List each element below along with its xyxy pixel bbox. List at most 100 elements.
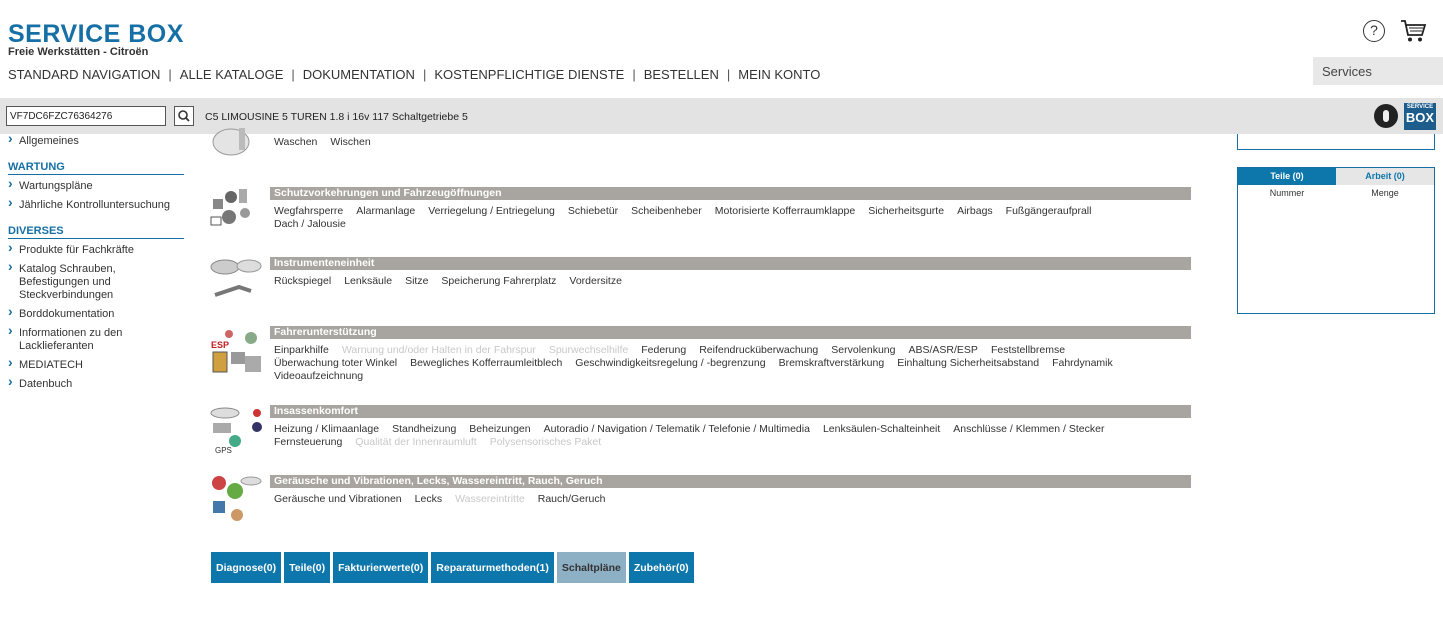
link-vordersitze[interactable]: Vordersitze [569, 275, 622, 288]
cart-column-menge: Menge [1371, 188, 1399, 198]
category-links: Einparkhilfe Warnung und/oder Halten in d… [274, 344, 1184, 383]
tab-diagnose[interactable]: Diagnose(0) [211, 552, 282, 583]
link-wischen[interactable]: Wischen [330, 136, 370, 149]
link-sicherheitsabstand[interactable]: Einhaltung Sicherheitsabstand [897, 357, 1039, 370]
link-verriegelung[interactable]: Verriegelung / Entriegelung [428, 205, 555, 218]
link-beheizungen[interactable]: Beheizungen [469, 423, 530, 436]
link-geschwindigkeitsregelung[interactable]: Geschwindigkeitsregelung / -begrenzung [575, 357, 765, 370]
svg-text:ESP: ESP [211, 340, 229, 350]
sidebar-item-schrauben[interactable]: Katalog Schrauben, Befestigungen und Ste… [8, 260, 138, 307]
sidebar-item-allgemeines[interactable]: Allgemeines [8, 132, 184, 153]
services-button[interactable]: Services [1313, 57, 1443, 85]
header: SERVICE BOX Freie Werkstätten - Citroën … [0, 0, 1443, 98]
link-standheizung[interactable]: Standheizung [392, 423, 456, 436]
cart-tab-arbeit[interactable]: Arbeit (0) [1336, 168, 1434, 185]
search-icon [178, 110, 190, 122]
help-icon[interactable]: ? [1363, 20, 1385, 42]
sidebar-heading-diverses: DIVERSES [8, 225, 184, 239]
nav-separator: | [168, 67, 172, 82]
link-servolenkung[interactable]: Servolenkung [831, 344, 895, 357]
search-button[interactable] [174, 106, 194, 126]
link-waschen[interactable]: Waschen [274, 136, 317, 149]
nav-separator: | [632, 67, 636, 82]
link-videoaufzeichnung[interactable]: Videoaufzeichnung [274, 370, 363, 383]
tab-reparaturmethoden[interactable]: Reparaturmethoden(1) [431, 552, 554, 583]
link-lenksaeulen-schalteinheit[interactable]: Lenksäulen-Schalteinheit [823, 423, 940, 436]
link-kofferraumleitblech[interactable]: Bewegliches Kofferraumleitblech [410, 357, 562, 370]
right-info-box [1237, 134, 1435, 150]
link-wegfahrsperre[interactable]: Wegfahrsperre [274, 205, 343, 218]
cart-panel: Teile (0) Arbeit (0) Nummer Menge [1237, 167, 1435, 314]
sidebar-item-jaehrliche-kontrolle[interactable]: Jährliche Kontrolluntersuchung [8, 196, 184, 217]
sidebar-item-wartungsplaene[interactable]: Wartungspläne [8, 177, 184, 198]
link-abs-asr-esp[interactable]: ABS/ASR/ESP [908, 344, 977, 357]
nav-separator: | [422, 67, 427, 82]
link-einparkhilfe[interactable]: Einparkhilfe [274, 344, 329, 357]
link-autoradio[interactable]: Autoradio / Navigation / Telematik / Tel… [544, 423, 810, 436]
category-links: Geräusche und Vibrationen Lecks Wassereint… [274, 493, 1184, 506]
nav-dokumentation[interactable]: DOKUMENTATION [303, 67, 415, 82]
link-reifendruck[interactable]: Reifendrucküberwachung [699, 344, 818, 357]
nav-separator: | [726, 67, 731, 82]
category-title: Fahrerunterstützung [270, 326, 1191, 339]
sbx-big-text: BOX [1405, 110, 1435, 125]
sidebar-item-lacklieferanten[interactable]: Informationen zu den Lacklieferanten [8, 324, 138, 358]
link-fussgaengeraufprall[interactable]: Fußgängeraufprall [1006, 205, 1092, 218]
link-speicherung-fahrerplatz[interactable]: Speicherung Fahrerplatz [441, 275, 556, 288]
link-scheibenheber[interactable]: Scheibenheber [631, 205, 702, 218]
vin-input[interactable] [6, 106, 166, 126]
link-spurwechselhilfe: Spurwechselhilfe [548, 344, 629, 356]
category-title: Schutzvorkehrungen und Fahrzeugöffnungen [270, 187, 1191, 200]
cart-tab-teile[interactable]: Teile (0) [1238, 168, 1336, 185]
category-title: Instrumenteneinheit [270, 257, 1191, 270]
nav-kostenpflichtige-dienste[interactable]: KOSTENPFLICHTIGE DIENSTE [434, 67, 624, 82]
tab-fakturierwerte[interactable]: Fakturierwerte(0) [333, 552, 429, 583]
link-feststellbremse[interactable]: Feststellbremse [991, 344, 1065, 357]
sidebar-item-borddokumentation[interactable]: Borddokumentation [8, 305, 184, 326]
tab-schaltplaene[interactable]: Schaltpläne [556, 552, 626, 583]
sidebar-item-produkte[interactable]: Produkte für Fachkräfte [8, 241, 184, 262]
link-sicherheitsgurte[interactable]: Sicherheitsgurte [868, 205, 944, 218]
link-rueckspiegel[interactable]: Rückspiegel [274, 275, 331, 288]
sidebar-item-mediatech[interactable]: MEDIATECH [8, 356, 184, 377]
sidebar-item-datenbuch[interactable]: Datenbuch [8, 375, 184, 396]
top-navigation: STANDARD NAVIGATION | ALLE KATALOGE | DOKUME… [8, 67, 820, 82]
tab-zubehoer[interactable]: Zubehör(0) [628, 552, 694, 583]
link-federung[interactable]: Federung [641, 344, 686, 357]
link-heizung-klima[interactable]: Heizung / Klimaanlage [274, 423, 379, 436]
nav-alle-kataloge[interactable]: ALLE KATALOGE [180, 67, 284, 82]
tab-teile[interactable]: Teile(0) [284, 552, 331, 583]
service-box-icon[interactable]: SERVICE BOX [1404, 103, 1436, 130]
nav-bestellen[interactable]: BESTELLEN [644, 67, 719, 82]
link-dach-jalousie[interactable]: Dach / Jalousie [274, 218, 346, 231]
noise-leak-icon [212, 476, 262, 521]
link-polysensorisch: Polysensorisches Paket [489, 436, 602, 448]
nav-mein-konto[interactable]: MEIN KONTO [738, 67, 820, 82]
link-lenksaeule[interactable]: Lenksäule [344, 275, 392, 288]
washer-icon [212, 128, 250, 156]
link-toter-winkel[interactable]: Überwachung toter Winkel [274, 357, 397, 370]
link-anschluesse[interactable]: Anschlüsse / Klemmen / Stecker [953, 423, 1104, 436]
link-rauch-geruch[interactable]: Rauch/Geruch [538, 493, 606, 506]
link-kofferraumklappe[interactable]: Motorisierte Kofferraumklappe [715, 205, 855, 218]
svg-text:GPS: GPS [215, 446, 232, 455]
link-fernsteuerung[interactable]: Fernsteuerung [274, 436, 342, 449]
link-lecks[interactable]: Lecks [415, 493, 442, 506]
link-alarmanlage[interactable]: Alarmanlage [356, 205, 415, 218]
cart-icon[interactable] [1399, 18, 1427, 44]
cart-tabs: Teile (0) Arbeit (0) [1238, 168, 1434, 185]
link-sitze[interactable]: Sitze [405, 275, 428, 288]
link-airbags[interactable]: Airbags [957, 205, 993, 218]
tire-icon[interactable] [1374, 104, 1398, 128]
service-box-logo[interactable]: SERVICE BOX Freie Werkstätten - Citroën [8, 22, 184, 58]
driver-assist-icon: ESP [211, 330, 261, 373]
mirror-seat-icon [210, 259, 262, 297]
cart-column-nummer: Nummer [1269, 188, 1305, 198]
link-fahrdynamik[interactable]: Fahrdynamik [1052, 357, 1113, 370]
nav-standard-navigation[interactable]: STANDARD NAVIGATION [8, 67, 160, 82]
link-bremskraftverstaerkung[interactable]: Bremskraftverstärkung [779, 357, 885, 370]
link-schiebetuer[interactable]: Schiebetür [568, 205, 618, 218]
logo-title: SERVICE BOX [8, 20, 184, 48]
link-geraeusche-vibrationen[interactable]: Geräusche und Vibrationen [274, 493, 402, 506]
nav-separator: | [291, 67, 295, 82]
